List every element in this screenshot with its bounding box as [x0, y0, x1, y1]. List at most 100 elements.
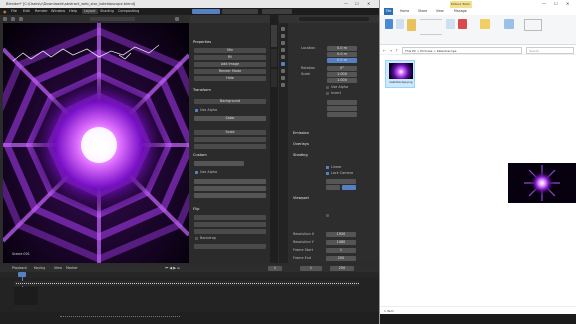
explorer-close-icon[interactable]: ✕	[566, 1, 569, 7]
world-properties-icon[interactable]	[281, 55, 285, 59]
prop-frame-end[interactable]: 250	[326, 256, 356, 261]
prop-field-a[interactable]	[327, 100, 357, 105]
ribbon-delete-icon[interactable]	[458, 19, 467, 29]
explorer-minimize-icon[interactable]: —	[542, 1, 546, 7]
image-name-field[interactable]	[90, 17, 135, 21]
up-icon[interactable]: ↑	[395, 47, 398, 54]
timeline-start[interactable]: 1	[300, 266, 322, 271]
timeline-keyframes[interactable]	[16, 283, 359, 285]
tool-button-extra-1[interactable]	[194, 137, 266, 142]
flip-button-3[interactable]	[194, 229, 266, 234]
ribbon-tab-file[interactable]: File	[384, 8, 394, 15]
prop-scale-x[interactable]: 1.000	[327, 72, 357, 77]
tool-button-extra-2[interactable]	[194, 144, 266, 149]
scene-selector[interactable]	[192, 9, 220, 14]
play-controls[interactable]: ⏮ ◀ ▶ ⏭	[165, 265, 180, 272]
explorer-maximize-icon[interactable]: ☐	[554, 1, 558, 7]
close-icon[interactable]: ✕	[367, 1, 370, 7]
prop-location-z[interactable]: 0.0 m	[327, 58, 357, 63]
output-properties-icon[interactable]	[281, 34, 285, 38]
timeline-ruler[interactable]	[0, 272, 379, 278]
timeline-keying[interactable]: Keying	[34, 265, 45, 272]
prop-panel-overlays[interactable]: Overlays	[293, 142, 309, 147]
prop-panel-emission[interactable]: Emission	[293, 131, 309, 136]
section-properties[interactable]: Properties	[193, 40, 211, 45]
timeline-view[interactable]: View	[54, 265, 62, 272]
menu-file[interactable]: File	[11, 8, 17, 15]
minimize-icon[interactable]: —	[344, 1, 348, 7]
scene-field[interactable]	[222, 9, 258, 14]
custom-field-4[interactable]	[194, 193, 266, 198]
search-box[interactable]: Search	[526, 47, 574, 54]
tab-layout[interactable]: Layout	[82, 9, 98, 14]
sidebar-tab-tool[interactable]	[271, 25, 277, 47]
prop-checkbox-invert[interactable]	[326, 92, 329, 95]
custom-field-1[interactable]	[194, 161, 244, 166]
prop-field-e[interactable]	[326, 185, 340, 190]
render-slot-icon[interactable]	[175, 17, 179, 21]
prop-frame-start[interactable]: 1	[326, 248, 356, 253]
menu-window[interactable]: Window	[51, 8, 65, 15]
prop-field-f[interactable]	[342, 185, 356, 190]
prop-location-x[interactable]: 0.0 m	[327, 46, 357, 51]
tab-compositing[interactable]: Compositing	[118, 9, 139, 14]
prop-field-b[interactable]	[327, 106, 357, 111]
prop-scale-y[interactable]: 1.000	[327, 78, 357, 83]
tool-button-fill[interactable]: Fill	[194, 55, 266, 60]
prop-field-d[interactable]	[326, 179, 356, 184]
forward-icon[interactable]: →	[389, 47, 392, 54]
tool-button-add-image[interactable]: Add Image	[194, 62, 266, 67]
flip-button-4[interactable]	[194, 244, 266, 249]
prop-panel-shading[interactable]: Shading	[293, 153, 308, 158]
ribbon-copy-icon[interactable]	[396, 19, 404, 29]
checkbox-use-alpha[interactable]	[195, 109, 198, 112]
image-icon[interactable]	[19, 17, 23, 21]
texture-properties-icon[interactable]	[281, 83, 285, 87]
sidebar-tab-item[interactable]	[271, 49, 277, 67]
prop-location-y[interactable]: 0.0 m	[327, 52, 357, 57]
flip-button-2[interactable]	[194, 222, 266, 227]
prop-resolution-y[interactable]: 1080	[326, 240, 356, 245]
prop-rotation[interactable]: 0°	[327, 66, 357, 71]
modifier-properties-icon[interactable]	[281, 69, 285, 73]
timeline-playback[interactable]: Playback	[12, 265, 27, 272]
checkbox-backdrop[interactable]	[195, 237, 198, 240]
ribbon-properties-icon[interactable]	[504, 19, 514, 29]
checkbox-use-alpha-2[interactable]	[195, 171, 198, 174]
prop-checkbox-lock-camera[interactable]	[326, 172, 329, 175]
tool-button-mix[interactable]: Mix	[194, 48, 266, 53]
view-icon[interactable]	[11, 17, 15, 21]
ribbon-new-folder-icon[interactable]	[480, 19, 490, 29]
flip-button-1[interactable]	[194, 215, 266, 220]
ribbon-tab-view[interactable]: View	[436, 8, 444, 15]
address-bar[interactable]: This PC > Pictures > Kaleidoscope	[402, 47, 522, 54]
render-viewport[interactable]: Scene.001	[3, 23, 189, 263]
timeline-current-frame[interactable]: 1	[268, 266, 282, 271]
color-field[interactable]: Color	[194, 116, 266, 121]
menu-help[interactable]: Help	[69, 8, 77, 15]
tab-shading[interactable]: Shading	[100, 9, 114, 14]
prop-checkbox-use-alpha[interactable]	[326, 86, 329, 89]
ribbon-tab-share[interactable]: Share	[418, 8, 427, 15]
custom-field-2[interactable]	[194, 179, 266, 184]
ribbon-select-all-icon[interactable]	[524, 19, 542, 31]
ribbon-tab-home[interactable]: Home	[400, 8, 409, 15]
scene-properties-icon[interactable]	[281, 48, 285, 52]
material-properties-icon[interactable]	[281, 76, 285, 80]
prop-checkbox-extra[interactable]	[326, 214, 329, 217]
section-custom[interactable]: Custom	[193, 153, 207, 158]
ribbon-move-icon[interactable]	[446, 19, 455, 29]
object-properties-icon[interactable]	[281, 62, 285, 66]
tool-button-scale[interactable]: Scale	[194, 130, 266, 135]
custom-field-3[interactable]	[194, 186, 266, 191]
file-item[interactable]: kaleidoscope.png	[385, 60, 415, 88]
render-properties-icon[interactable]	[281, 27, 285, 31]
ribbon-tab-manage[interactable]: Manage	[454, 8, 467, 15]
menu-render[interactable]: Render	[35, 8, 48, 15]
view-layer-properties-icon[interactable]	[281, 41, 285, 45]
sidebar-tab-view[interactable]	[271, 69, 277, 87]
view-layer-field[interactable]	[262, 9, 292, 14]
prop-field-c[interactable]	[327, 112, 357, 117]
blender-logo-icon[interactable]: ◉	[3, 8, 7, 15]
tool-button-render-mode[interactable]: Render Mode	[194, 69, 266, 74]
